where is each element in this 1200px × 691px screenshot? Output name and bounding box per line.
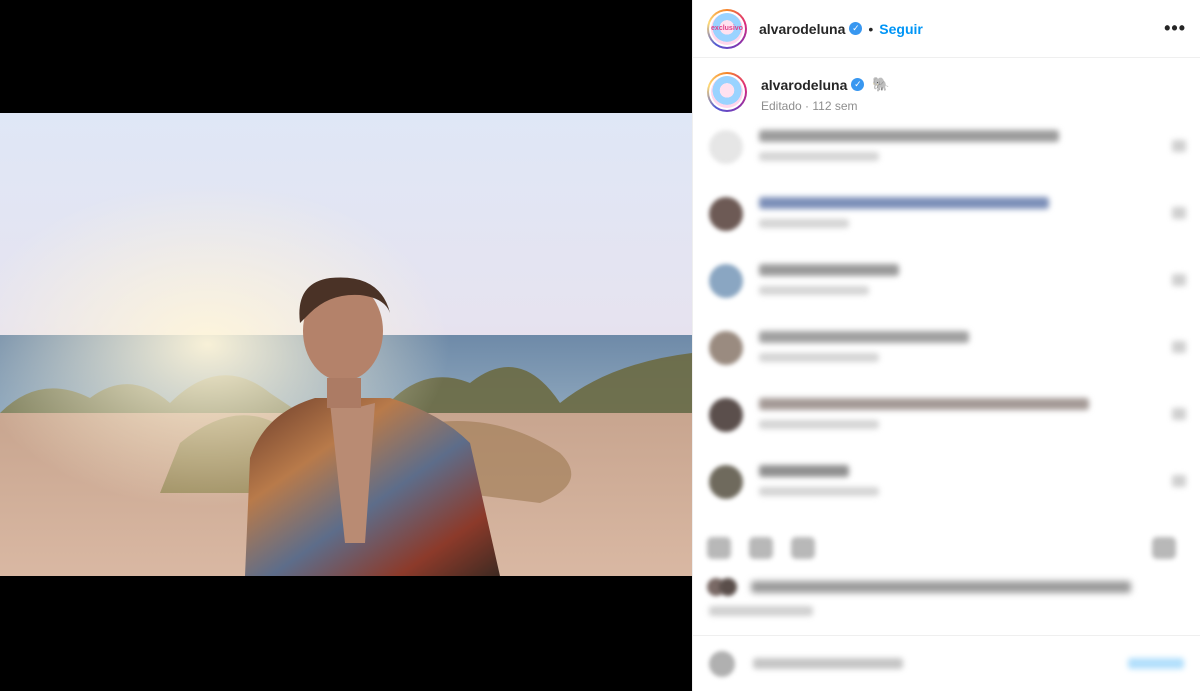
comment-item xyxy=(707,323,1186,390)
caption-avatar[interactable] xyxy=(707,72,747,112)
verified-badge-icon: ✓ xyxy=(851,78,865,91)
comment-input[interactable] xyxy=(753,658,903,669)
comment-body xyxy=(759,465,879,496)
comment-like-icon[interactable] xyxy=(1172,140,1186,152)
comment-body xyxy=(759,398,1089,429)
post-media[interactable] xyxy=(0,0,692,691)
comment-like-icon[interactable] xyxy=(1172,274,1186,286)
comment-text xyxy=(759,465,849,477)
verified-badge-icon: ✓ xyxy=(849,22,863,35)
comment-text xyxy=(759,331,969,343)
action-bar xyxy=(707,533,1186,563)
comment-body xyxy=(759,130,1059,161)
post-caption: alvarodeluna ✓ 🐘 Editado · 112 sem xyxy=(693,58,1200,122)
comment-item xyxy=(707,457,1186,524)
caption-avatar-image xyxy=(711,76,743,108)
comment-icon[interactable] xyxy=(749,537,773,559)
emoji-icon[interactable] xyxy=(709,650,735,677)
add-comment-bar xyxy=(693,635,1200,691)
likes-text xyxy=(751,581,1131,593)
comment-like-icon[interactable] xyxy=(1172,207,1186,219)
comment-text xyxy=(759,130,1059,142)
share-icon[interactable] xyxy=(791,537,815,559)
post-photo[interactable] xyxy=(0,113,692,576)
comment-avatar[interactable] xyxy=(709,264,743,298)
edited-timestamp: Editado · 112 sem xyxy=(761,99,858,113)
like-icon[interactable] xyxy=(707,537,731,559)
comment-body xyxy=(759,331,969,362)
author-avatar[interactable]: exclusivo xyxy=(707,8,747,49)
comment-item xyxy=(707,390,1186,457)
comment-meta xyxy=(759,152,879,161)
comment-body xyxy=(759,264,899,295)
follow-button[interactable]: Seguir xyxy=(879,21,923,37)
avatar-image: exclusivo xyxy=(711,12,743,45)
comment-body xyxy=(759,197,1049,228)
comment-meta xyxy=(759,487,879,496)
more-options-icon[interactable]: ••• xyxy=(1164,18,1186,39)
post-panel: exclusivo alvarodeluna ✓ • Seguir ••• al… xyxy=(692,0,1200,691)
comment-like-icon[interactable] xyxy=(1172,408,1186,420)
comment-item xyxy=(707,189,1186,256)
caption-username[interactable]: alvarodeluna xyxy=(761,77,847,93)
comment-like-icon[interactable] xyxy=(1172,475,1186,487)
save-icon[interactable] xyxy=(1152,537,1176,559)
comment-avatar[interactable] xyxy=(709,130,743,164)
separator-dot: • xyxy=(868,20,874,37)
comment-avatar[interactable] xyxy=(709,398,743,432)
post-header: exclusivo alvarodeluna ✓ • Seguir ••• xyxy=(693,0,1200,58)
comment-meta xyxy=(759,219,849,228)
comment-like-icon[interactable] xyxy=(1172,341,1186,353)
post-date xyxy=(709,606,813,616)
caption-text: 🐘 xyxy=(872,76,890,92)
comment-avatar[interactable] xyxy=(709,331,743,365)
comment-meta xyxy=(759,353,879,362)
comment-meta xyxy=(759,420,879,429)
comment-item xyxy=(707,122,1186,189)
photo-scene xyxy=(0,113,692,576)
likes-summary[interactable] xyxy=(707,578,1131,596)
comment-meta xyxy=(759,286,869,295)
comment-item xyxy=(707,256,1186,323)
comment-avatar[interactable] xyxy=(709,465,743,499)
comment-avatar[interactable] xyxy=(709,197,743,231)
author-username[interactable]: alvarodeluna xyxy=(759,21,845,37)
comment-list xyxy=(693,122,1200,524)
comment-text xyxy=(759,197,1049,209)
comment-text xyxy=(759,398,1089,410)
publish-button[interactable] xyxy=(1128,658,1184,669)
comment-text xyxy=(759,264,899,276)
liker-avatar xyxy=(719,578,737,596)
